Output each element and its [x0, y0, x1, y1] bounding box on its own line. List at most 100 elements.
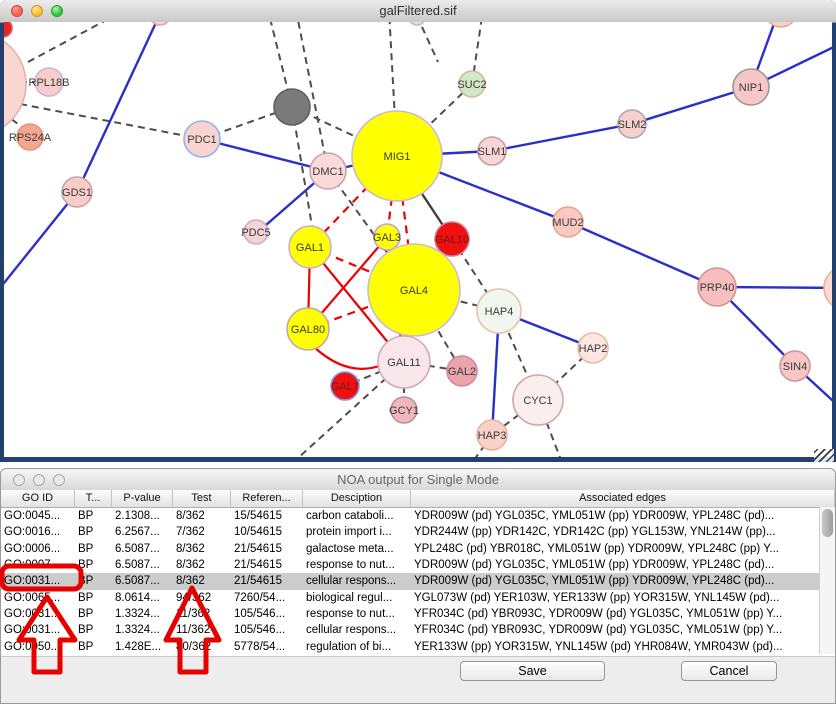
- node-label-hap2: HAP2: [579, 343, 608, 355]
- table-row[interactable]: GO:0065...BP8.0614...94/3627260/54...bio…: [1, 590, 835, 606]
- table-cell: YER133W (pp) YOR315W, YNL145W (pd) YHR08…: [411, 639, 835, 655]
- node-msi[interactable]: [824, 266, 832, 310]
- table-cell: YFR034C (pd) YBR093C, YDR009W (pd) YGL03…: [411, 622, 835, 638]
- graph-edge-gray[interactable]: [417, 22, 438, 62]
- node-label-dmc1: DMC1: [312, 166, 343, 178]
- table-cell: GO:0065...: [1, 590, 75, 606]
- network-window-titlebar[interactable]: galFiltered.sif: [0, 0, 836, 23]
- table-cell: 6.5087...: [112, 541, 173, 557]
- node-label-gds1: GDS1: [62, 187, 92, 199]
- table-cell: 11/362: [173, 606, 231, 622]
- noa-window-title: NOA output for Single Mode: [1, 472, 835, 487]
- table-cell: 2.1308...: [112, 508, 173, 524]
- table-row[interactable]: GO:0031...BP1.3324...11/362105/546...res…: [1, 606, 835, 622]
- table-cell: GO:0031...: [1, 573, 75, 589]
- graph-edge-gray[interactable]: [28, 22, 125, 62]
- table-cell: 8/362: [173, 508, 231, 524]
- save-button[interactable]: Save: [460, 661, 605, 681]
- table-cell: YPL248C (pd) YBR018C, YML051W (pp) YDR00…: [411, 541, 835, 557]
- table-cell: cellular respons...: [303, 573, 411, 589]
- table-cell: 10/54615: [231, 524, 303, 540]
- table-cell: YDR009W (pd) YGL035C, YML051W (pp) YDR00…: [411, 573, 835, 589]
- column-header-pvalue[interactable]: P-value: [112, 490, 173, 507]
- vertical-scrollbar[interactable]: [819, 507, 835, 654]
- network-canvas[interactable]: RPL18BRPS24AGDS1PDC1DMC1MIG1SUC2SLM1SLM2…: [4, 22, 832, 457]
- table-cell: YFR034C (pd) YBR093C, YDR009W (pd) YGL03…: [411, 606, 835, 622]
- table-cell: 1.428E...: [112, 639, 173, 655]
- table-row[interactable]: GO:0050...BP1.428E...80/3625778/54...reg…: [1, 639, 835, 655]
- table-cell: BP: [75, 622, 112, 638]
- table-cell: protein import i...: [303, 524, 411, 540]
- table-cell: 105/546...: [231, 622, 303, 638]
- table-cell: 8/362: [173, 557, 231, 573]
- network-window: galFiltered.sif RPL18BRPS24AGDS1PDC1DMC1…: [0, 0, 836, 462]
- table-cell: 8/362: [173, 541, 231, 557]
- table-row[interactable]: GO:0016...BP6.2567...7/36210/54615protei…: [1, 524, 835, 540]
- table-cell: BP: [75, 508, 112, 524]
- node-label-mud2: MUD2: [552, 217, 583, 229]
- table-cell: regulation of bi...: [303, 639, 411, 655]
- partial-node-top-green[interactable]: [408, 22, 426, 25]
- node-label-slm2: SLM2: [618, 119, 647, 131]
- graph-edge-blue[interactable]: [492, 124, 632, 151]
- node-label-gal7: GAL7: [331, 381, 359, 393]
- partial-node-top-pink1[interactable]: [149, 22, 171, 25]
- graph-edge-blue[interactable]: [4, 192, 77, 288]
- table-row[interactable]: GO:0031...BP1.3324...11/362105/546...cel…: [1, 622, 835, 638]
- noa-window: NOA output for Single Mode GO IDT...P-va…: [0, 468, 836, 704]
- resize-grip[interactable]: [814, 449, 834, 462]
- scrollbar-thumb[interactable]: [822, 509, 833, 537]
- column-header-test[interactable]: Test: [173, 490, 231, 507]
- graph-edge-blue[interactable]: [202, 139, 328, 171]
- noa-window-titlebar[interactable]: NOA output for Single Mode: [1, 469, 835, 491]
- column-header-goid[interactable]: GO ID: [1, 490, 75, 507]
- table-cell: YGL073W (pd) YER103W, YER133W (pp) YOR31…: [411, 590, 835, 606]
- node-label-gal11: GAL11: [387, 357, 420, 369]
- node-label-gal4: GAL4: [400, 285, 428, 297]
- table-cell: GO:0031...: [1, 622, 75, 638]
- table-cell: GO:0050...: [1, 639, 75, 655]
- network-graph[interactable]: RPL18BRPS24AGDS1PDC1DMC1MIG1SUC2SLM1SLM2…: [4, 22, 832, 457]
- table-header-row: GO IDT...P-valueTestReferen...Desciption…: [1, 490, 835, 508]
- partial-node-big-pink[interactable]: [4, 32, 26, 136]
- graph-edge-red[interactable]: [314, 347, 382, 369]
- table-cell: 7260/54...: [231, 590, 303, 606]
- node-label-pdc5: PDC5: [241, 227, 270, 239]
- table-cell: BP: [75, 524, 112, 540]
- cancel-button[interactable]: Cancel: [681, 661, 777, 681]
- table-cell: biological regul...: [303, 590, 411, 606]
- table-cell: BP: [75, 590, 112, 606]
- table-cell: carbon cataboli...: [303, 508, 411, 524]
- column-header-desciption[interactable]: Desciption: [303, 490, 411, 507]
- partial-node-red-corner[interactable]: [4, 22, 12, 37]
- column-header-associatededges[interactable]: Associated edges: [411, 490, 835, 507]
- table-cell: GO:0006...: [1, 541, 75, 557]
- node-gray[interactable]: [274, 89, 310, 125]
- table-cell: 105/546...: [231, 606, 303, 622]
- table-cell: GO:0031...: [1, 606, 75, 622]
- table-cell: 11/362: [173, 622, 231, 638]
- node-label-rpl18b: RPL18B: [29, 77, 70, 89]
- table-row[interactable]: GO:0006...BP6.5087...8/36221/54615galact…: [1, 541, 835, 557]
- column-header-t[interactable]: T...: [75, 490, 112, 507]
- table-cell: 6.5087...: [112, 573, 173, 589]
- divider: [1, 656, 835, 657]
- graph-edge-blue[interactable]: [77, 22, 160, 192]
- partial-node-top-pink2[interactable]: [765, 22, 797, 27]
- table-row[interactable]: GO:0007...BP6.5087...8/36221/54615respon…: [1, 557, 835, 573]
- table-cell: 1.3324...: [112, 622, 173, 638]
- table-cell: 15/54615: [231, 508, 303, 524]
- results-table: GO IDT...P-valueTestReferen...Desciption…: [1, 490, 835, 656]
- node-label-nip1: NIP1: [739, 82, 763, 94]
- table-cell: 8/362: [173, 573, 231, 589]
- graph-edge-blue[interactable]: [568, 222, 717, 287]
- screen: galFiltered.sif RPL18BRPS24AGDS1PDC1DMC1…: [0, 0, 836, 704]
- table-row[interactable]: GO:0045...BP2.1308...8/36215/54615carbon…: [1, 508, 835, 524]
- table-cell: YDR244W (pp) YDR142C, YDR142C (pp) YGL15…: [411, 524, 835, 540]
- node-label-suc2: SUC2: [457, 79, 486, 91]
- table-row[interactable]: GO:0031...BP6.5087...8/36221/54615cellul…: [1, 573, 835, 589]
- node-label-pdc1: PDC1: [187, 134, 216, 146]
- table-cell: 6.5087...: [112, 557, 173, 573]
- column-header-referen[interactable]: Referen...: [231, 490, 303, 507]
- table-body: GO:0045...BP2.1308...8/36215/54615carbon…: [1, 508, 835, 655]
